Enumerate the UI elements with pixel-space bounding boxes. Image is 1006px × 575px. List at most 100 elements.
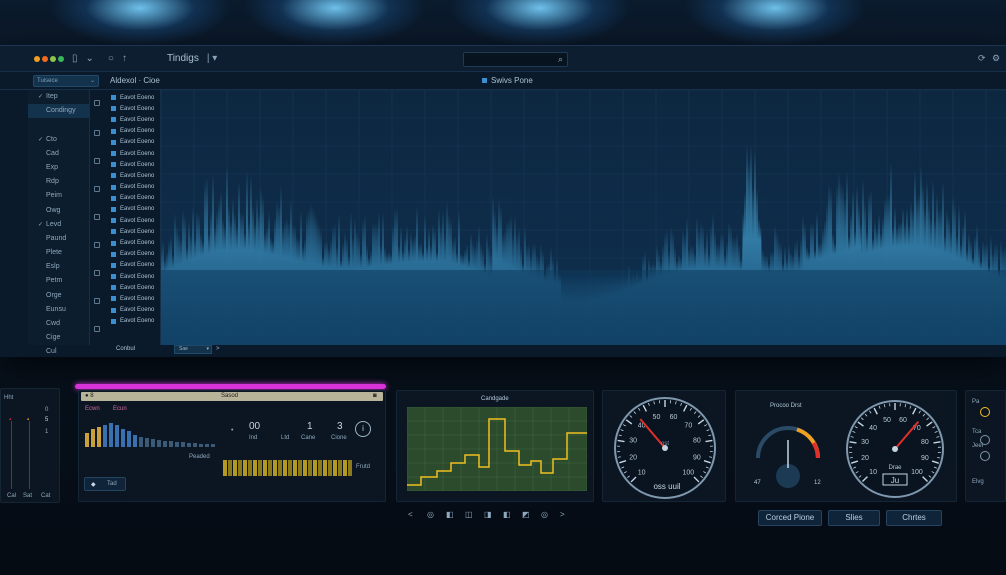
list-item[interactable]: Eavot Eoeno <box>106 126 160 137</box>
knob-icon[interactable] <box>980 435 990 445</box>
sidebar-item[interactable]: Eslp <box>28 260 89 274</box>
readout-value-1: 00 <box>249 421 261 432</box>
list-item[interactable]: Eavot Eoeno <box>106 316 160 327</box>
sidebar-item[interactable]: Cad <box>28 147 89 161</box>
media-control-icon[interactable]: ◫ <box>465 510 473 519</box>
media-control-icon[interactable]: ◨ <box>484 510 492 519</box>
waveform-plot[interactable] <box>160 90 1006 345</box>
slies-button[interactable]: Slies <box>828 510 880 526</box>
list-item[interactable]: Eavot Eoeno <box>106 182 160 193</box>
sidebar-item[interactable]: Cige <box>28 331 89 345</box>
sound-tab-2[interactable]: Ecun <box>113 406 127 412</box>
sidebar-item-label: Cul <box>46 348 57 356</box>
media-control-icon[interactable]: ◎ <box>541 510 548 519</box>
row-toggle-icon[interactable] <box>94 130 100 136</box>
list-item[interactable]: Eavot Eoeno <box>106 237 160 248</box>
sidebar-item[interactable]: Petm <box>28 274 89 288</box>
sidebar-item[interactable]: Owg <box>28 204 89 218</box>
list-item[interactable]: Eavot Eoeno <box>106 305 160 316</box>
chrtes-button[interactable]: Chrtes <box>886 510 942 526</box>
sidebar-item[interactable] <box>28 118 89 132</box>
gauge-2-mini: 47 12 <box>754 426 821 488</box>
row-toggle-icon[interactable] <box>94 242 100 248</box>
sidebar-item-label: Cige <box>46 334 61 342</box>
list-item[interactable]: Eavot Eoeno <box>106 293 160 304</box>
list-item[interactable]: Eavot Eoeno <box>106 159 160 170</box>
sound-action-button[interactable]: ◆ Tad <box>84 477 126 491</box>
media-control-icon[interactable]: ◧ <box>503 510 511 519</box>
circle-icon[interactable]: ○ <box>108 53 114 64</box>
sound-tab-1[interactable]: Ecwn <box>85 406 100 412</box>
pin-icon[interactable]: ↑ <box>122 53 127 64</box>
sidebar-search-field[interactable]: Tuisece ⌄ <box>33 75 99 87</box>
list-item-marker-icon <box>111 307 116 313</box>
sound-close-icon[interactable]: ◙ <box>373 393 377 399</box>
row-toggle-icon[interactable] <box>94 298 100 304</box>
gauge-label: 40 <box>869 425 877 432</box>
list-item[interactable]: Eavot Eoeno <box>106 215 160 226</box>
sidebar-item-label: Condingy <box>46 107 76 115</box>
next-arrow-icon[interactable]: > <box>216 346 220 352</box>
gauge-hub <box>892 446 898 452</box>
refresh-icon[interactable]: ⟳ <box>978 53 986 64</box>
list-item[interactable]: Eavot Eoeno <box>106 226 160 237</box>
list-item[interactable]: Eavot Eoeno <box>106 148 160 159</box>
knob-icon[interactable] <box>980 451 990 461</box>
list-item-label: Eavot Eoeno <box>120 284 155 291</box>
sidebar-item[interactable]: Paund <box>28 232 89 246</box>
media-control-icon[interactable]: > <box>560 510 565 519</box>
search-input[interactable]: ⌕ <box>463 52 568 67</box>
eq-bar <box>199 444 203 447</box>
gear-icon[interactable]: ⚙ <box>992 53 1000 64</box>
list-item[interactable]: Eavot Eoeno <box>106 92 160 103</box>
close-dot[interactable] <box>34 55 40 62</box>
sidebar-item[interactable]: Condingy <box>28 104 89 119</box>
minimize-dot[interactable] <box>42 55 48 62</box>
sidebar-item[interactable]: Eunsu <box>28 303 89 317</box>
sidebar-item-label: Cto <box>46 135 57 143</box>
sidebar-item[interactable]: ✓ Itep <box>28 90 89 104</box>
sidebar-item[interactable]: Cul <box>28 345 89 359</box>
media-control-icon[interactable]: ◩ <box>522 510 530 519</box>
list-item[interactable]: Eavot Eoeno <box>106 170 160 181</box>
list-item[interactable]: Eavot Eoeno <box>106 114 160 125</box>
list-item[interactable]: Eavot Eoeno <box>106 193 160 204</box>
sidebar-item[interactable]: Plete <box>28 246 89 260</box>
view-title-text: Swivs Pone <box>491 76 533 85</box>
sidebar-item[interactable]: Exp <box>28 161 89 175</box>
sound-action-label: Tad <box>107 481 117 487</box>
status-select[interactable]: Sae ▾ <box>174 345 212 354</box>
chevron-down-icon[interactable]: ⌄ <box>86 53 94 64</box>
list-item[interactable]: Eavot Eoeno <box>106 103 160 114</box>
row-toggle-icon[interactable] <box>94 270 100 276</box>
sidebar-item[interactable]: ✓ Cto <box>28 133 89 147</box>
row-toggle-icon[interactable] <box>94 214 100 220</box>
title-dropdown-icon[interactable]: | ▾ <box>207 53 217 64</box>
extra-dot[interactable] <box>58 55 64 62</box>
sidebar-item[interactable]: Peim <box>28 189 89 203</box>
list-item[interactable]: Eavot Eoeno <box>106 282 160 293</box>
row-toggle-icon[interactable] <box>94 326 100 332</box>
row-toggle-icon[interactable] <box>94 100 100 106</box>
sidebar-item[interactable]: Cwd <box>28 317 89 331</box>
media-control-icon[interactable]: < <box>408 510 413 519</box>
row-toggle-icon[interactable] <box>94 158 100 164</box>
list-item-marker-icon <box>111 296 116 302</box>
sidebar-item[interactable]: Orge <box>28 289 89 303</box>
corced-pione-button[interactable]: Corced Pione <box>758 510 822 526</box>
info-icon[interactable]: i <box>355 421 371 437</box>
sidebar-item[interactable]: ✓ Levd <box>28 218 89 232</box>
list-item[interactable]: Eavot Eoeno <box>106 260 160 271</box>
list-item[interactable]: Eavot Eoeno <box>106 204 160 215</box>
list-item[interactable]: Eavot Eoeno <box>106 137 160 148</box>
gauge-label: 50 <box>883 417 891 424</box>
row-toggle-icon[interactable] <box>94 186 100 192</box>
media-control-icon[interactable]: ◧ <box>446 510 454 519</box>
list-item[interactable]: Eavot Eoeno <box>106 271 160 282</box>
sidebar-item[interactable]: Rdp <box>28 175 89 189</box>
media-control-icon[interactable]: ◎ <box>427 510 434 519</box>
knob-icon[interactable] <box>980 407 990 417</box>
maximize-dot[interactable] <box>50 55 56 62</box>
file-icon[interactable]: ▯ <box>72 53 78 64</box>
list-item[interactable]: Eavot Eoeno <box>106 249 160 260</box>
